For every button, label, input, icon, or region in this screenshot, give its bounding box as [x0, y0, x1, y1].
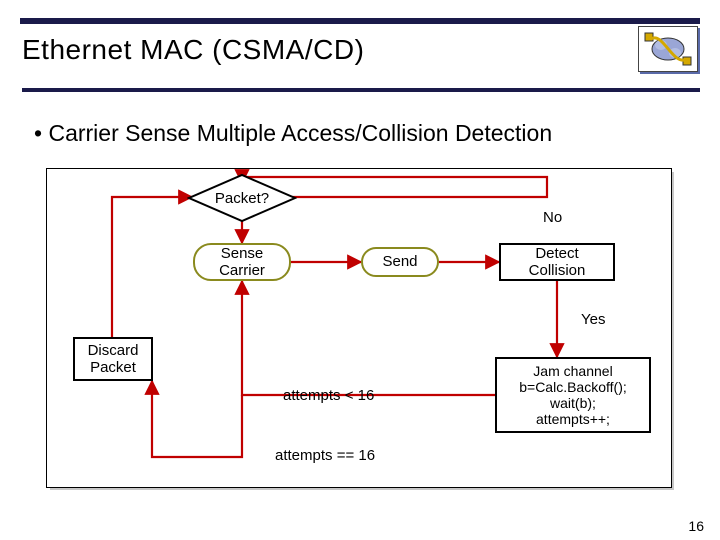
node-jam-backoff: Jam channel b=Calc.Backoff(); wait(b); a…: [495, 357, 651, 433]
svg-text:Packet?: Packet?: [215, 190, 269, 207]
logo-icon: [638, 26, 698, 72]
label-attempts-eq: attempts == 16: [275, 447, 375, 464]
label-attempts-lt: attempts < 16: [283, 387, 374, 404]
accent-rule-mid: [22, 88, 700, 92]
node-packet: Packet?: [187, 173, 297, 223]
node-sense-carrier: Sense Carrier: [193, 243, 291, 281]
bullet-content: Carrier Sense Multiple Access/Collision …: [48, 120, 552, 146]
slide-title: Ethernet MAC (CSMA/CD): [22, 34, 364, 66]
page-number: 16: [688, 518, 704, 534]
label-yes: Yes: [581, 311, 605, 328]
diagram-frame: Packet? Sense Carrier Send Detect Collis…: [46, 168, 672, 488]
arrows-layer: [47, 169, 671, 487]
node-send: Send: [361, 247, 439, 277]
bullet-text: • Carrier Sense Multiple Access/Collisio…: [34, 120, 552, 147]
node-detect-collision: Detect Collision: [499, 243, 615, 281]
label-no: No: [543, 209, 562, 226]
accent-rule-top: [20, 18, 700, 24]
node-discard-packet: Discard Packet: [73, 337, 153, 381]
